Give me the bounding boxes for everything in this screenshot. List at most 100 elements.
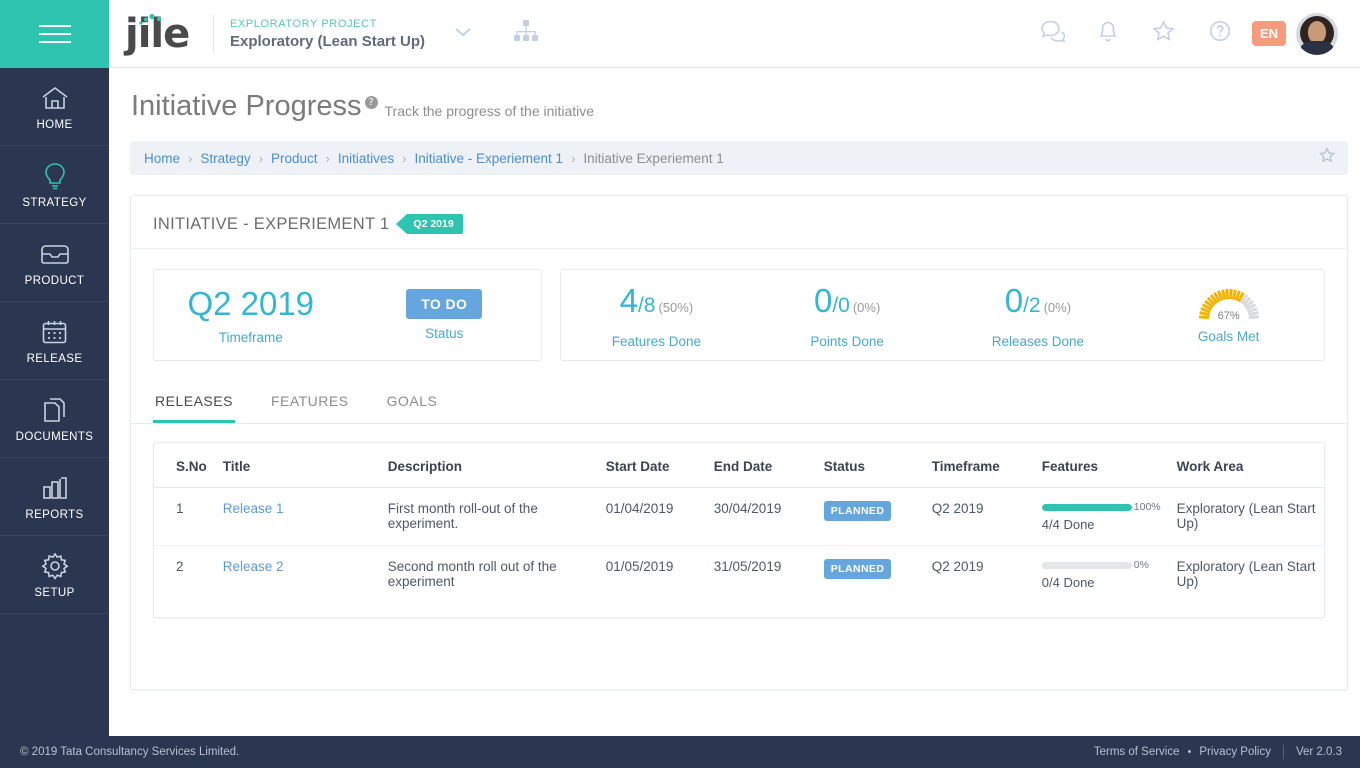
footer-copyright: © 2019 Tata Consultancy Services Limited… <box>20 746 240 758</box>
features-done-text: 4/4 Done <box>1041 517 1095 532</box>
stat-status: TO DO Status <box>348 289 542 341</box>
tab-goals[interactable]: GOALS <box>385 383 440 423</box>
calendar-icon <box>41 316 68 348</box>
favorites-button[interactable] <box>1136 19 1192 48</box>
releases-table: S.No Title Description Start Date End Da… <box>154 443 1324 603</box>
chat-button[interactable] <box>1024 19 1080 48</box>
breadcrumb-item-home[interactable]: Home <box>144 151 180 166</box>
status-badge[interactable]: TO DO <box>406 289 483 319</box>
language-button[interactable]: EN <box>1251 21 1286 46</box>
breadcrumb-favorite-button[interactable] <box>1318 147 1336 169</box>
column-header-status: Status <box>815 443 924 488</box>
table-row: 1 Release 1 First month roll-out of the … <box>154 487 1324 546</box>
stat-releases-num: 0 <box>1004 281 1024 319</box>
stat-features-done: 4/8 (50%) Features Done <box>561 282 752 349</box>
inbox-icon <box>39 238 71 270</box>
column-header-title: Title <box>214 443 380 488</box>
features-progress: 100% <box>1041 501 1161 513</box>
stat-timeframe-value: Q2 2019 <box>187 285 315 322</box>
summary-stats: Q2 2019 Timeframe TO DO Status 4/8(50%) <box>131 249 1347 361</box>
cell-sno: 2 <box>176 559 184 574</box>
cell-timeframe: Q2 2019 <box>931 559 984 574</box>
gear-icon <box>40 550 69 582</box>
progress-track <box>1041 561 1132 569</box>
terms-of-service-link[interactable]: Terms of Service <box>1094 746 1180 758</box>
progress-percent: 100% <box>1133 501 1161 513</box>
page-help-icon[interactable]: ? <box>364 96 378 109</box>
table-row: 2 Release 2 Second month roll out of the… <box>154 546 1324 604</box>
breadcrumb-item-product[interactable]: Product <box>271 151 318 166</box>
avatar[interactable] <box>1296 12 1338 55</box>
breadcrumb-separator: › <box>258 150 263 166</box>
stat-releases-pct: (0%) <box>1043 299 1072 315</box>
cell-description: First month roll-out of the experiment. <box>379 487 598 546</box>
hamburger-icon <box>38 25 71 43</box>
help-button[interactable] <box>1192 19 1248 48</box>
org-chart-button[interactable] <box>513 19 539 48</box>
tab-features[interactable]: FEATURES <box>269 383 351 423</box>
panel-header: INITIATIVE - EXPERIEMENT 1 Q2 2019 <box>131 196 1347 249</box>
stat-releases-label: Releases Done <box>991 333 1085 349</box>
stat-points-value: 0/0 (0%) <box>752 282 943 327</box>
sidebar-item-strategy[interactable]: STRATEGY <box>0 146 109 224</box>
privacy-policy-link[interactable]: Privacy Policy <box>1199 746 1271 758</box>
stat-features-pct: (50%) <box>658 299 694 315</box>
project-kicker: EXPLORATORY PROJECT <box>230 17 377 30</box>
column-header-start-date: Start Date <box>597 443 706 488</box>
release-link[interactable]: Release 2 <box>223 559 284 574</box>
bar-chart-icon <box>41 472 69 504</box>
cell-start-date: 01/05/2019 <box>605 559 674 574</box>
status-button-wrap: TO DO <box>348 289 542 319</box>
sidebar-toggle-button[interactable] <box>0 0 109 68</box>
cell-features: 100% 4/4 Done <box>1033 487 1169 546</box>
breadcrumb-separator: › <box>571 150 576 166</box>
stat-goals-met: 67% Goals Met <box>1133 286 1324 344</box>
stat-releases-done: 0/2 (0%) Releases Done <box>943 282 1134 349</box>
stat-releases-den: /2 <box>1023 293 1041 317</box>
stat-timeframe: Q2 2019 Timeframe <box>154 285 348 345</box>
sidebar: HOME STRATEGY PRODUCT RELEASE DOCUMENTS … <box>0 0 109 768</box>
stat-goals-label: Goals Met <box>1197 329 1260 344</box>
stat-points-pct: (0%) <box>852 299 881 315</box>
footer: © 2019 Tata Consultancy Services Limited… <box>0 736 1360 768</box>
breadcrumb-separator: › <box>402 150 407 166</box>
main-content: Initiative Progress ? Track the progress… <box>109 68 1360 736</box>
page-header: Initiative Progress ? Track the progress… <box>109 68 1360 123</box>
column-header-description: Description <box>379 443 598 488</box>
notifications-button[interactable] <box>1080 19 1136 49</box>
stat-card-metrics: 4/8 (50%) Features Done 0/0 (0%) Points Do… <box>560 269 1325 361</box>
features-progress: 0% <box>1041 559 1161 571</box>
sidebar-item-release[interactable]: RELEASE <box>0 302 109 380</box>
sidebar-item-setup[interactable]: SETUP <box>0 536 109 614</box>
page-title: Initiative Progress <box>131 90 362 122</box>
stat-features-value: 4/8 (50%) <box>561 282 752 327</box>
sidebar-item-label: REPORTS <box>25 509 84 521</box>
stat-card-timeframe-status: Q2 2019 Timeframe TO DO Status <box>153 269 542 361</box>
tab-releases[interactable]: RELEASES <box>153 383 235 423</box>
sidebar-item-product[interactable]: PRODUCT <box>0 224 109 302</box>
star-icon <box>1151 19 1176 48</box>
cell-sno: 1 <box>154 487 215 546</box>
home-icon <box>40 82 70 114</box>
release-link[interactable]: Release 1 <box>223 501 284 516</box>
app-root: HOME STRATEGY PRODUCT RELEASE DOCUMENTS … <box>0 0 1360 768</box>
topbar-actions: EN <box>1024 12 1360 55</box>
jile-logo[interactable]: jile <box>123 11 199 57</box>
logo-dots-icon <box>137 13 167 32</box>
stat-features-den: /8 <box>637 293 656 317</box>
sidebar-item-label: RELEASE <box>26 353 83 365</box>
sidebar-item-reports[interactable]: REPORTS <box>0 458 109 536</box>
progress-track <box>1041 503 1132 511</box>
project-dropdown-button[interactable] <box>453 25 473 43</box>
sidebar-item-home[interactable]: HOME <box>0 68 109 146</box>
breadcrumb-item-strategy[interactable]: Strategy <box>200 151 250 166</box>
table-body: 1 Release 1 First month roll-out of the … <box>154 487 1324 604</box>
breadcrumb-item-initiatives[interactable]: Initiatives <box>338 151 394 166</box>
cell-timeframe: Q2 2019 <box>923 487 1034 546</box>
project-selector[interactable]: EXPLORATORY PROJECT Exploratory (Lean St… <box>230 18 425 50</box>
documents-icon <box>41 394 68 426</box>
breadcrumb-item-initiative-experiement-1[interactable]: Initiative - Experiement 1 <box>414 151 563 166</box>
sidebar-item-documents[interactable]: DOCUMENTS <box>0 380 109 458</box>
topbar-divider <box>213 14 214 53</box>
sidebar-item-label: HOME <box>36 119 73 131</box>
